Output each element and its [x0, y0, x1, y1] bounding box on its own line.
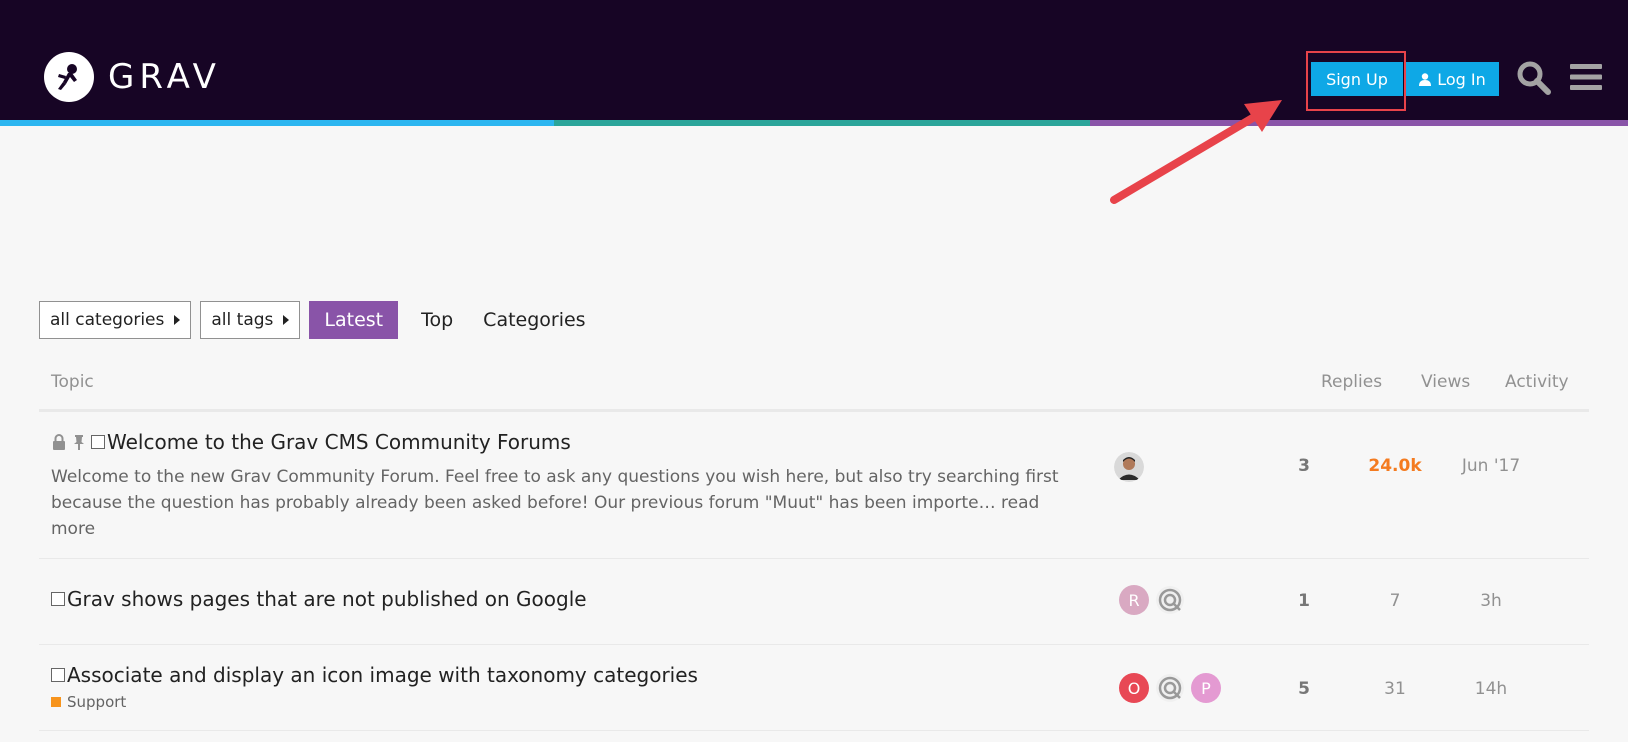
topic-title[interactable]: Associate and display an icon image with…: [67, 663, 698, 687]
signup-button[interactable]: Sign Up: [1311, 62, 1403, 96]
poster-avatar-logo[interactable]: [1155, 673, 1185, 703]
topic-title-line: Associate and display an icon image with…: [51, 663, 698, 687]
user-icon: [1419, 72, 1432, 86]
topic-title[interactable]: Welcome to the Grav CMS Community Forums: [107, 430, 571, 454]
tab-top[interactable]: Top: [406, 301, 468, 339]
tags-dropdown-label: all tags: [211, 310, 274, 330]
topic-title-line: Welcome to the Grav CMS Community Forums: [51, 430, 571, 454]
hamburger-menu-icon[interactable]: [1570, 62, 1602, 92]
column-activity[interactable]: Activity: [1505, 372, 1569, 392]
posters: O P: [1119, 673, 1227, 703]
column-topic[interactable]: Topic: [51, 372, 94, 392]
poster-avatar[interactable]: R: [1119, 585, 1149, 615]
views-count: 24.0k: [1368, 456, 1422, 476]
lock-icon: [53, 434, 65, 450]
search-icon[interactable]: [1516, 60, 1552, 96]
topic-checkbox[interactable]: [91, 435, 105, 449]
topic-title-line: Grav shows pages that are not published …: [51, 587, 587, 611]
tab-latest[interactable]: Latest: [309, 301, 399, 339]
activity-time[interactable]: Jun '17: [1451, 456, 1531, 476]
table-row[interactable]: Associate and display an icon image with…: [39, 645, 1589, 731]
category-name: Support: [67, 693, 127, 711]
topic-list-header: Topic Replies Views Activity: [39, 360, 1589, 412]
topic-navigation: all categories all tags Latest Top Categ…: [39, 301, 601, 339]
caret-right-icon: [283, 315, 290, 325]
categories-dropdown[interactable]: all categories: [39, 301, 192, 339]
login-label: Log In: [1437, 69, 1486, 89]
pin-icon: [74, 435, 84, 450]
posters: R: [1119, 585, 1191, 615]
topic-excerpt: Welcome to the new Grav Community Forum.…: [51, 464, 1071, 542]
replies-count: 3: [1298, 456, 1310, 476]
grav-logo[interactable]: GRAV: [44, 52, 221, 102]
table-row[interactable]: Grav shows pages that are not published …: [39, 559, 1589, 645]
excerpt-text: Welcome to the new Grav Community Forum.…: [51, 467, 1059, 513]
categories-dropdown-label: all categories: [50, 310, 165, 330]
logo-text: GRAV: [108, 57, 221, 97]
column-views[interactable]: Views: [1421, 372, 1470, 392]
replies-count: 5: [1298, 679, 1310, 699]
activity-time[interactable]: 3h: [1451, 591, 1531, 611]
tags-dropdown[interactable]: all tags: [200, 301, 301, 339]
category-badge[interactable]: Support: [51, 693, 126, 711]
poster-avatar-logo[interactable]: [1155, 585, 1185, 615]
posters: [1114, 452, 1150, 482]
header-color-stripe: [0, 120, 1628, 126]
poster-avatar[interactable]: P: [1191, 673, 1221, 703]
topic-title[interactable]: Grav shows pages that are not published …: [67, 587, 587, 611]
column-replies[interactable]: Replies: [1321, 372, 1382, 392]
category-color-swatch: [51, 697, 61, 707]
topic-checkbox[interactable]: [51, 668, 65, 682]
site-header: GRAV Sign Up Log In: [0, 0, 1628, 120]
tab-categories[interactable]: Categories: [468, 301, 600, 339]
replies-count: 1: [1298, 591, 1310, 611]
caret-right-icon: [174, 315, 181, 325]
topic-checkbox[interactable]: [51, 592, 65, 606]
table-row[interactable]: Welcome to the Grav CMS Community Forums…: [39, 412, 1589, 559]
poster-avatar[interactable]: O: [1119, 673, 1149, 703]
activity-time[interactable]: 14h: [1451, 679, 1531, 699]
astronaut-logo-icon: [44, 52, 94, 102]
poster-avatar-photo[interactable]: [1114, 452, 1144, 482]
views-count: 31: [1384, 679, 1406, 699]
login-button[interactable]: Log In: [1406, 62, 1499, 96]
views-count: 7: [1389, 591, 1401, 611]
